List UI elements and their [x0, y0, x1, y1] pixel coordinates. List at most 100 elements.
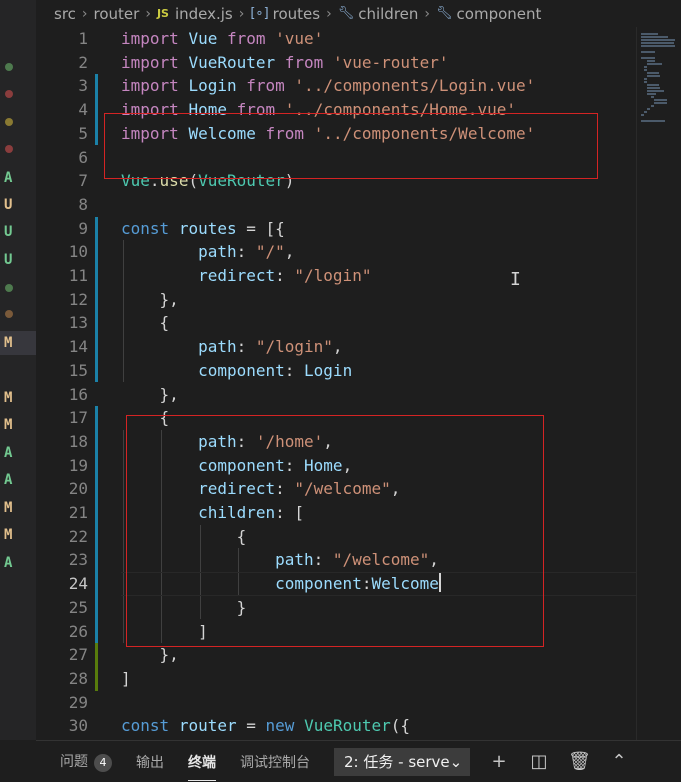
code-line[interactable]: 8: [36, 193, 636, 217]
code-token: "/login": [255, 337, 333, 357]
minimap-line: [647, 87, 661, 89]
code-token: "/login": [294, 266, 372, 285]
breadcrumb-component[interactable]: component: [457, 5, 542, 23]
minimap[interactable]: [636, 27, 681, 740]
breadcrumb-router[interactable]: router: [94, 5, 140, 23]
line-number: 29: [68, 692, 88, 712]
scm-status-letter[interactable]: M: [0, 331, 36, 355]
add-icon[interactable]: +: [488, 751, 510, 772]
scm-status-letter[interactable]: U: [0, 220, 36, 244]
line-number: 16: [68, 384, 88, 404]
code-text: path: "/",: [121, 240, 294, 264]
code-line[interactable]: 12 },: [36, 288, 636, 312]
minimap-line: [647, 75, 661, 77]
code-editor[interactable]: 1 import Vue from 'vue' 2 import VueRouter …: [36, 27, 636, 740]
scm-dot-icon: [5, 310, 13, 318]
code-line[interactable]: 3 import Login from '../components/Login.…: [36, 74, 636, 98]
split-icon[interactable]: ◫: [528, 751, 550, 772]
tab-problems[interactable]: 问题 4: [60, 751, 112, 772]
scm-status-letter[interactable]: U: [0, 193, 36, 217]
code-line[interactable]: 11 redirect: "/login": [36, 264, 636, 288]
code-line[interactable]: 16 },: [36, 383, 636, 407]
terminal-select[interactable]: 2: 任务 - serve ⌄: [334, 747, 470, 776]
chevron-right-icon: ›: [326, 5, 332, 22]
chevron-up-icon[interactable]: ⌃: [608, 751, 630, 772]
scm-dot-icon: [5, 118, 13, 126]
code-token: Vue: [188, 29, 218, 48]
code-token: },: [121, 645, 179, 665]
breadcrumb-children[interactable]: children: [358, 5, 418, 23]
line-number: 4: [78, 100, 88, 120]
scm-status-letter[interactable]: A: [0, 166, 36, 190]
minimap-line: [641, 45, 676, 47]
minimap-line: [641, 120, 665, 122]
line-number: 14: [68, 337, 88, 357]
line-number: 17: [68, 408, 88, 428]
code-token: VueRouter: [188, 52, 276, 72]
code-token: :: [236, 337, 256, 357]
code-text: },: [121, 383, 179, 407]
minimap-line: [647, 63, 662, 65]
tab-terminal[interactable]: 终端: [188, 752, 216, 781]
code-token: from: [284, 52, 324, 72]
code-text: {: [121, 311, 170, 335]
scm-status-letter[interactable]: A: [0, 468, 36, 492]
breadcrumb-file[interactable]: index.js: [175, 5, 233, 23]
code-token: routes: [178, 218, 237, 238]
code-line[interactable]: 29: [36, 691, 636, 715]
code-line[interactable]: 14 path: "/login",: [36, 335, 636, 359]
tab-debug-console[interactable]: 调试控制台: [240, 752, 310, 772]
code-line[interactable]: 13 {: [36, 311, 636, 335]
breadcrumb-src[interactable]: src: [54, 5, 76, 23]
trash-icon[interactable]: 🗑︎: [568, 751, 591, 772]
scm-status-letter[interactable]: M: [0, 413, 36, 437]
code-text: const routes = [{: [121, 217, 285, 241]
code-token: "/": [255, 242, 285, 262]
line-number: 1: [78, 29, 88, 48]
code-line[interactable]: 9 const routes = [{: [36, 217, 636, 241]
minimap-line: [653, 102, 668, 104]
code-line[interactable]: 30 const router = new VueRouter({: [36, 714, 636, 738]
scm-status-letter[interactable]: M: [0, 523, 36, 547]
scm-status-letter[interactable]: U: [0, 248, 36, 272]
code-text: import VueRouter from 'vue-router': [121, 51, 449, 75]
annotation-box: [104, 113, 598, 179]
wrench-icon: 🔧︎: [436, 6, 453, 21]
code-token: = [{: [236, 218, 285, 238]
line-number: 20: [68, 479, 88, 499]
code-line[interactable]: 10 path: "/",: [36, 240, 636, 264]
code-line[interactable]: 15 component: Login: [36, 359, 636, 383]
line-number: 10: [68, 242, 88, 262]
annotation-box: [126, 415, 544, 647]
code-line[interactable]: 1 import Vue from 'vue': [36, 27, 636, 51]
line-number: 18: [68, 431, 88, 451]
code-line[interactable]: 2 import VueRouter from 'vue-router': [36, 51, 636, 75]
scm-dot-icon: [5, 90, 13, 98]
scm-dot-icon: [5, 145, 13, 153]
minimap-line: [644, 81, 648, 83]
chevron-down-icon: ⌄: [449, 752, 463, 771]
line-number: 13: [68, 313, 88, 333]
code-line[interactable]: 28]: [36, 667, 636, 691]
breadcrumb-routes[interactable]: routes: [273, 5, 320, 23]
tab-output[interactable]: 输出: [136, 752, 164, 772]
code-token: Login: [188, 76, 237, 96]
code-token: =: [236, 716, 266, 736]
scm-status-letter[interactable]: A: [0, 441, 36, 465]
minimap-line: [644, 78, 648, 80]
minimap-line: [641, 36, 669, 38]
scm-status-letter[interactable]: M: [0, 496, 36, 520]
code-token: const: [121, 218, 170, 238]
minimap-line: [641, 33, 658, 35]
code-token: 'vue-router': [332, 52, 449, 72]
scm-status-letter[interactable]: A: [0, 551, 36, 575]
scm-status-letter[interactable]: M: [0, 386, 36, 410]
line-number: 11: [68, 266, 88, 285]
line-number: 22: [68, 526, 88, 546]
code-text: },: [121, 288, 179, 312]
